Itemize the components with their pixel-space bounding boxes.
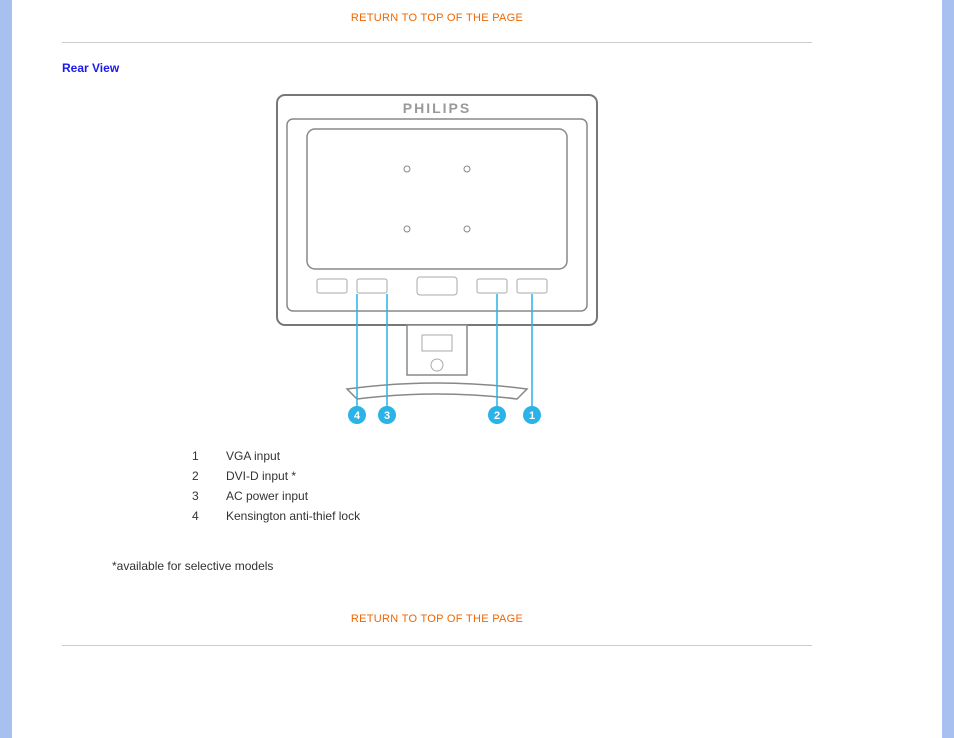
- legend-label: DVI-D input *: [226, 469, 296, 483]
- page-container: RETURN TO TOP OF THE PAGE Rear View PHIL…: [0, 0, 954, 738]
- rear-view-diagram: PHILIPS: [62, 89, 812, 429]
- legend-row: 2 DVI-D input *: [192, 469, 812, 483]
- monitor-neck: [407, 325, 467, 375]
- return-to-top-link[interactable]: RETURN TO TOP OF THE PAGE: [62, 12, 812, 24]
- right-rail: [942, 0, 954, 738]
- divider-top: [62, 42, 812, 43]
- callout-badge-1: 1: [523, 406, 541, 424]
- return-to-top-link-bottom[interactable]: RETURN TO TOP OF THE PAGE: [62, 613, 812, 625]
- legend-row: 3 AC power input: [192, 489, 812, 503]
- callout-badge-2: 2: [488, 406, 506, 424]
- legend-table: 1 VGA input 2 DVI-D input * 3 AC power i…: [192, 449, 812, 523]
- monitor-back-panel: [307, 129, 567, 269]
- svg-text:3: 3: [384, 410, 390, 422]
- legend-label: AC power input: [226, 489, 308, 503]
- footnote: *available for selective models: [112, 559, 812, 573]
- callout-badge-3: 3: [378, 406, 396, 424]
- content-column: RETURN TO TOP OF THE PAGE Rear View PHIL…: [52, 0, 822, 738]
- right-gutter: [822, 0, 942, 738]
- callout-badge-4: 4: [348, 406, 366, 424]
- svg-text:2: 2: [494, 410, 500, 422]
- legend-num: 3: [192, 489, 204, 503]
- legend-label: Kensington anti-thief lock: [226, 509, 360, 523]
- legend-row: 1 VGA input: [192, 449, 812, 463]
- legend-row: 4 Kensington anti-thief lock: [192, 509, 812, 523]
- legend-num: 1: [192, 449, 204, 463]
- monitor-base: [347, 383, 527, 399]
- svg-text:1: 1: [529, 410, 535, 422]
- left-rail: [0, 0, 12, 738]
- divider-bottom: [62, 645, 812, 646]
- svg-text:4: 4: [354, 410, 361, 422]
- legend-num: 4: [192, 509, 204, 523]
- brand-label: PHILIPS: [403, 100, 471, 116]
- monitor-rear-svg: PHILIPS: [257, 89, 617, 429]
- legend-num: 2: [192, 469, 204, 483]
- legend-label: VGA input: [226, 449, 280, 463]
- left-gutter: [12, 0, 52, 738]
- section-title: Rear View: [62, 61, 812, 75]
